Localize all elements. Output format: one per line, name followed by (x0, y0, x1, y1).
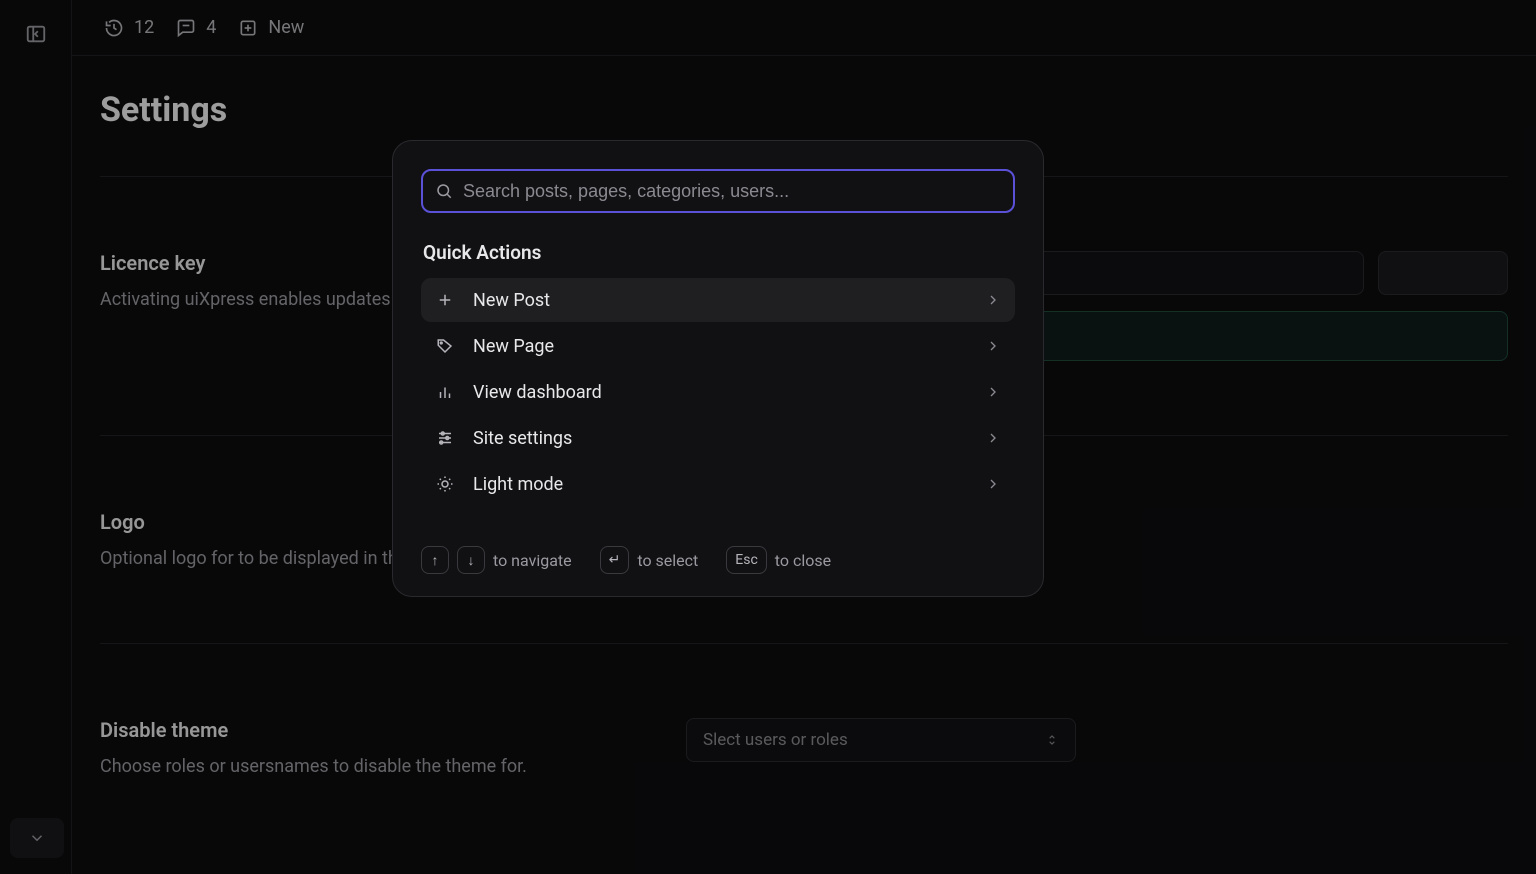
qa-item-light-mode[interactable]: Light mode (421, 462, 1015, 506)
qa-label: New Post (473, 290, 550, 311)
chevron-right-icon (985, 384, 1001, 400)
plus-icon (435, 291, 455, 309)
footer-navigate-label: to navigate (493, 551, 572, 570)
chevron-right-icon (985, 476, 1001, 492)
footer-select: ↵ to select (600, 546, 699, 574)
bar-chart-icon (435, 383, 455, 401)
chevron-right-icon (985, 338, 1001, 354)
quick-actions-title: Quick Actions (423, 241, 1015, 264)
qa-item-view-dashboard[interactable]: View dashboard (421, 370, 1015, 414)
sliders-icon (435, 429, 455, 447)
footer-navigate: ↑ ↓ to navigate (421, 546, 572, 574)
palette-search[interactable] (421, 169, 1015, 213)
qa-label: New Page (473, 336, 554, 357)
qa-label: Light mode (473, 474, 563, 495)
chevron-right-icon (985, 292, 1001, 308)
qa-label: Site settings (473, 428, 572, 449)
palette-search-input[interactable] (463, 181, 1001, 202)
tag-icon (435, 337, 455, 355)
palette-footer: ↑ ↓ to navigate ↵ to select Esc to close (421, 546, 1015, 574)
arrow-down-key: ↓ (457, 546, 485, 574)
esc-key: Esc (726, 546, 767, 574)
quick-actions-list: New Post New Page View dashboard (421, 278, 1015, 506)
enter-key: ↵ (600, 546, 630, 574)
qa-item-new-post[interactable]: New Post (421, 278, 1015, 322)
footer-close-label: to close (775, 551, 831, 570)
search-icon (435, 182, 453, 200)
qa-item-site-settings[interactable]: Site settings (421, 416, 1015, 460)
sun-icon (435, 475, 455, 493)
footer-close: Esc to close (726, 546, 831, 574)
qa-label: View dashboard (473, 382, 602, 403)
chevron-right-icon (985, 430, 1001, 446)
footer-select-label: to select (637, 551, 698, 570)
command-palette: Quick Actions New Post New Page View d (392, 140, 1044, 597)
qa-item-new-page[interactable]: New Page (421, 324, 1015, 368)
arrow-up-key: ↑ (421, 546, 449, 574)
